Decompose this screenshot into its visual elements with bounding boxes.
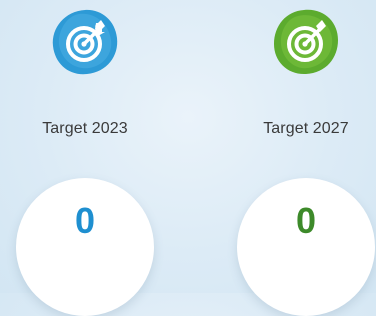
target-icon	[49, 6, 121, 78]
counter-circle: 0	[16, 178, 154, 316]
target-card-2027: Target 2027 0	[221, 0, 376, 316]
targets-panel: Target 2023 0 Target 2027 0	[0, 0, 376, 316]
counter-circle: 0	[237, 178, 375, 316]
counter-value: 0	[295, 200, 317, 241]
target-label: Target 2023	[42, 120, 128, 137]
counter-value: 0	[74, 200, 96, 241]
target-card-2023: Target 2023 0	[0, 0, 170, 316]
target-label: Target 2027	[263, 120, 349, 137]
target-icon	[270, 6, 342, 78]
